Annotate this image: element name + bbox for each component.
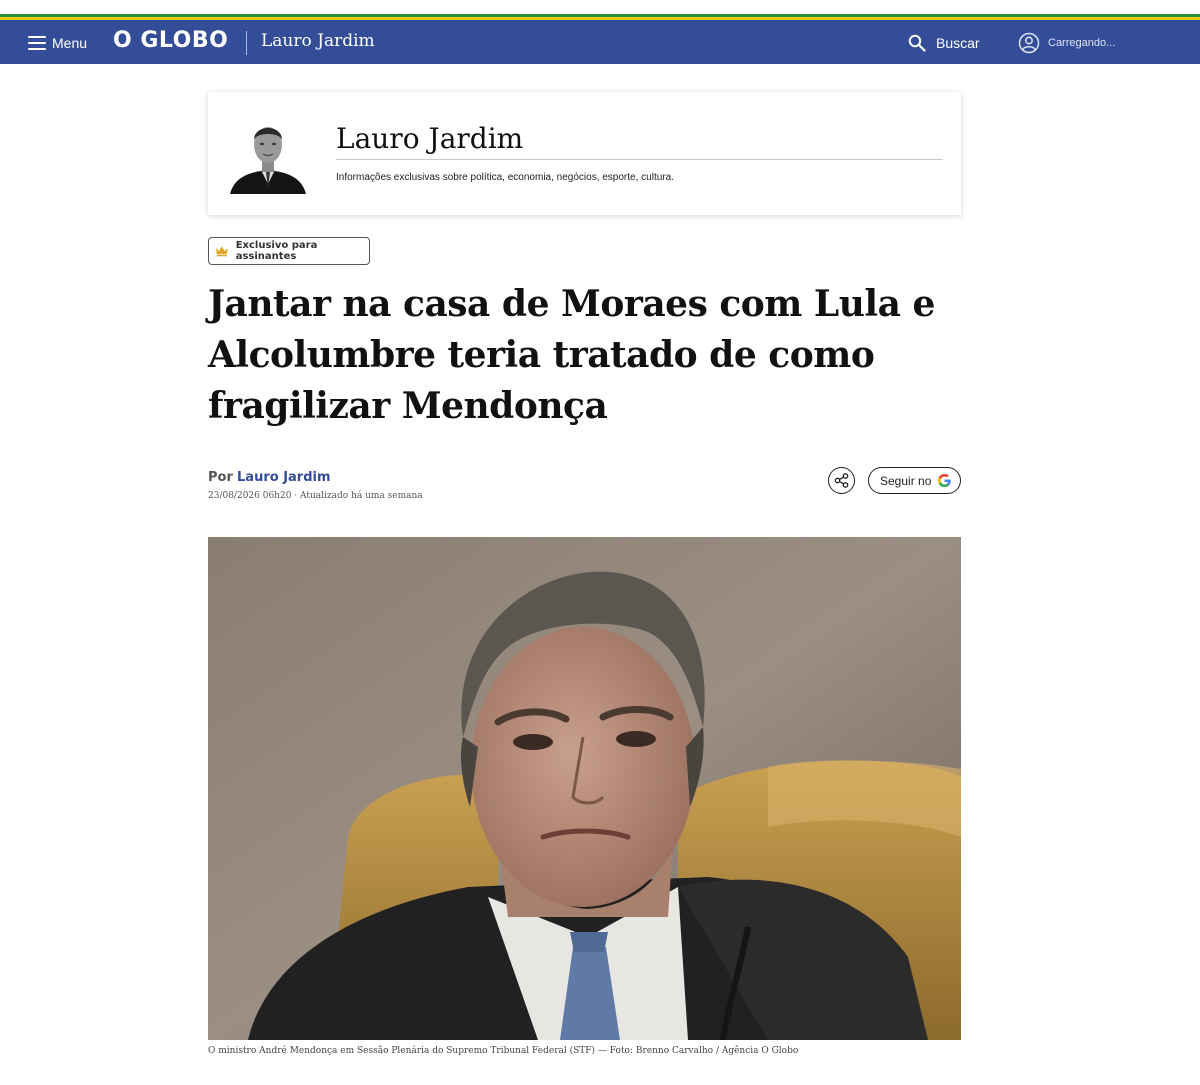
author-avatar[interactable] xyxy=(228,112,308,194)
byline-prefix: Por xyxy=(208,470,233,485)
author-description: Informações exclusivas sobre política, e… xyxy=(336,172,674,183)
share-button[interactable] xyxy=(828,467,855,494)
follow-on-google-button[interactable]: Seguir no xyxy=(868,467,961,494)
search-label: Buscar xyxy=(936,35,980,51)
share-icon xyxy=(834,473,849,488)
author-card: Lauro Jardim Informações exclusivas sobr… xyxy=(208,92,961,215)
menu-label: Menu xyxy=(52,35,88,51)
google-icon xyxy=(938,473,952,488)
user-account-button[interactable]: Carregando... xyxy=(1018,32,1115,54)
hamburger-icon xyxy=(28,35,46,51)
author-divider xyxy=(336,159,943,160)
user-status-label: Carregando... xyxy=(1048,37,1116,49)
search-button[interactable]: Buscar xyxy=(908,32,980,54)
top-navigation-bar: Menu O GLOBO Lauro Jardim Buscar Carrega… xyxy=(0,22,1200,64)
section-title[interactable]: Lauro Jardim xyxy=(261,31,375,51)
exclusive-label: Exclusivo para assinantes xyxy=(235,240,318,262)
follow-label: Seguir no xyxy=(880,473,932,488)
byline: Por Lauro Jardim xyxy=(208,470,331,485)
article-lead-photo[interactable] xyxy=(208,537,961,1040)
search-icon xyxy=(908,34,926,52)
crown-icon xyxy=(215,246,228,257)
menu-button[interactable]: Menu xyxy=(28,32,87,54)
byline-author-link[interactable]: Lauro Jardim xyxy=(237,470,331,485)
article-headline: Jantar na casa de Moraes com Lula e Alco… xyxy=(208,283,935,427)
user-account-icon xyxy=(1018,32,1040,54)
logo-divider xyxy=(246,31,247,55)
article-dateline: 23/08/2026 06h20 · Atualizado há uma sem… xyxy=(208,491,423,501)
lead-photo-illustration xyxy=(208,537,961,1040)
photo-caption: O ministro André Mendonça em Sessão Plen… xyxy=(208,1046,799,1056)
o-globo-logo[interactable]: O GLOBO xyxy=(113,28,228,53)
author-name[interactable]: Lauro Jardim xyxy=(336,122,523,155)
exclusive-badge: Exclusivo para assinantes xyxy=(208,237,370,265)
brand-stripe xyxy=(0,0,1200,22)
